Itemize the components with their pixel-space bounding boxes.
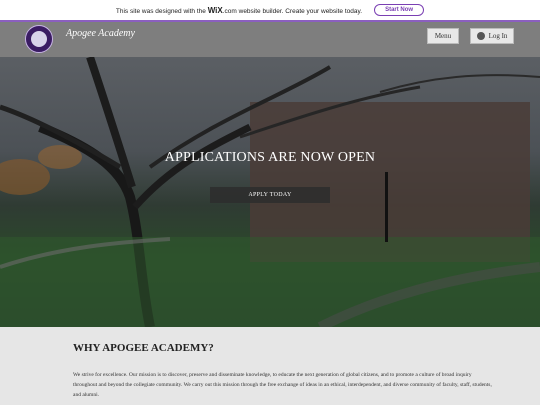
apply-today-button[interactable]: APPLY TODAY	[210, 187, 330, 203]
site-header: Apogee Academy Menu Log In	[0, 22, 540, 57]
menu-button[interactable]: Menu	[427, 28, 459, 44]
wix-promo-text: This site was designed with the WiX.com …	[116, 6, 362, 15]
wix-logo: WiX	[207, 5, 223, 15]
hero-banner: APPLICATIONS ARE NOW OPEN APPLY TODAY	[0, 57, 540, 327]
user-icon	[476, 32, 485, 40]
wix-promo-suffix: .com website builder. Create your websit…	[222, 7, 363, 15]
about-heading: WHY APOGEE ACADEMY?	[73, 342, 214, 354]
site-name[interactable]: Apogee Academy	[66, 28, 135, 39]
about-text: We strive for excellence. Our mission is…	[73, 372, 492, 398]
academy-logo[interactable]	[25, 25, 53, 53]
hero-title: APPLICATIONS ARE NOW OPEN	[164, 150, 376, 165]
about-section: WHY APOGEE ACADEMY? We strive for excell…	[0, 327, 540, 405]
wix-promo-message: This site was designed with the	[115, 7, 206, 15]
login-label: Log In	[488, 32, 508, 40]
start-now-button[interactable]: Start Now	[374, 4, 425, 16]
wix-promo-bar: This site was designed with the WiX.com …	[0, 0, 540, 22]
login-button[interactable]: Log In	[470, 28, 514, 44]
